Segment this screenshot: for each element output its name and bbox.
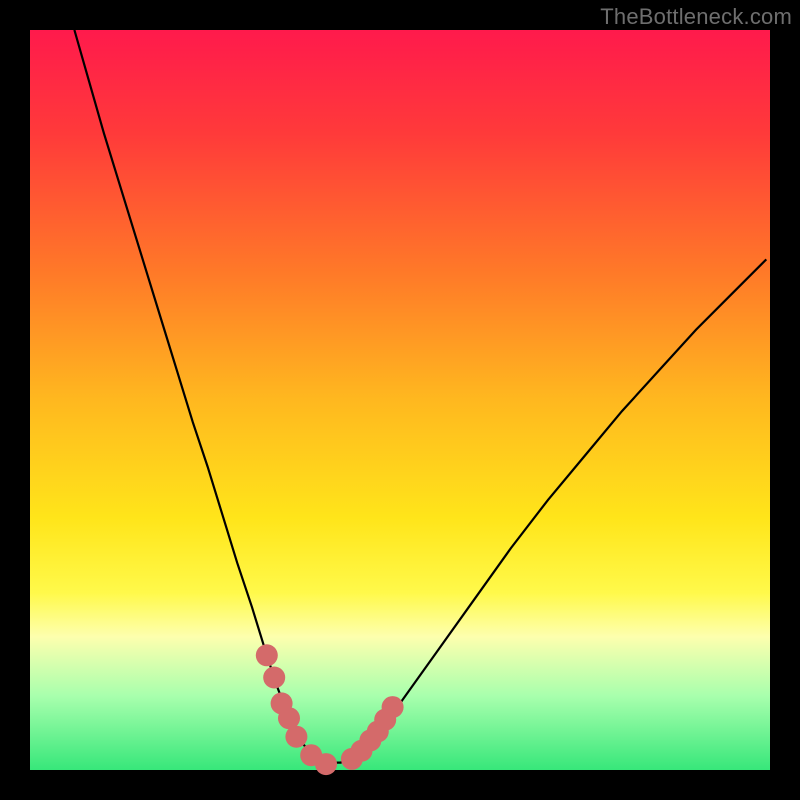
marker-dot: [285, 726, 307, 748]
chart-container: TheBottleneck.com: [0, 0, 800, 800]
watermark-label: TheBottleneck.com: [600, 4, 792, 30]
marker-layer: [30, 30, 770, 770]
plot-gradient-background: [30, 30, 770, 770]
marker-dot: [315, 753, 337, 775]
marker-dot: [263, 667, 285, 689]
marker-group: [256, 644, 404, 775]
marker-dot: [382, 696, 404, 718]
marker-dot: [256, 644, 278, 666]
